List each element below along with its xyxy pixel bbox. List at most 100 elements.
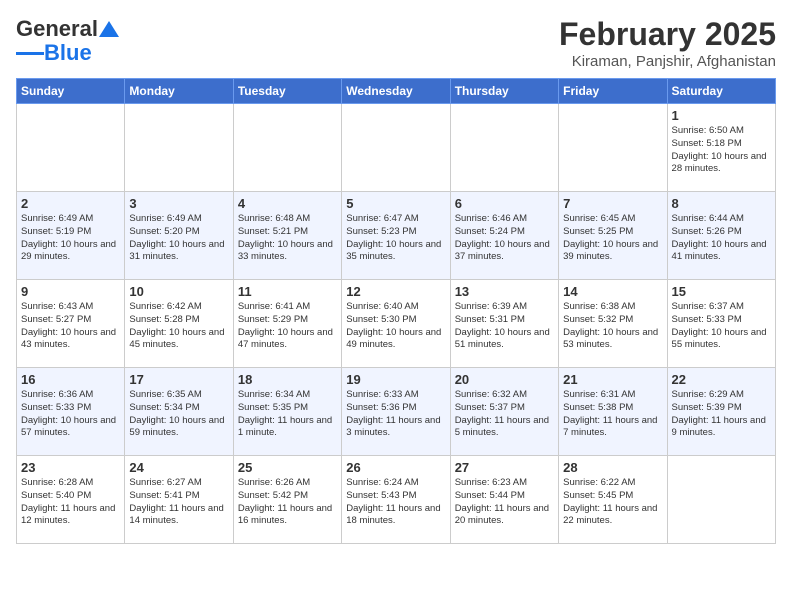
calendar-cell: 17 Sunrise: 6:35 AM Sunset: 5:34 PM Dayli… [125, 368, 233, 456]
day-number: 16 [21, 372, 120, 387]
weekday-header-wednesday: Wednesday [342, 79, 450, 104]
day-number: 5 [346, 196, 445, 211]
logo-general-text: General [16, 16, 98, 42]
day-number: 25 [238, 460, 337, 475]
calendar-cell: 24Sunrise: 6:27 AM Sunset: 5:41 PM Dayli… [125, 456, 233, 544]
day-number: 2 [21, 196, 120, 211]
calendar-cell [125, 104, 233, 192]
day-info: Sunrise: 6:32 AM Sunset: 5:37 PM Dayligh… [455, 389, 554, 440]
calendar-cell: 5 Sunrise: 6:47 AM Sunset: 5:23 PM Daylig… [342, 192, 450, 280]
calendar-cell [450, 104, 558, 192]
day-info: Sunrise: 6:31 AM Sunset: 5:38 PM Dayligh… [563, 389, 662, 440]
page-header: General Blue February 2025 Kiraman, Panj… [16, 16, 776, 70]
day-info: Sunrise: 6:41 AM Sunset: 5:29 PM Dayligh… [238, 301, 337, 352]
day-number: 6 [455, 196, 554, 211]
day-number: 14 [563, 284, 662, 299]
day-number: 23 [21, 460, 120, 475]
title-section: February 2025 Kiraman, Panjshir, Afghani… [559, 16, 776, 70]
day-number: 8 [672, 196, 771, 211]
day-number: 17 [129, 372, 228, 387]
calendar-cell: 22 Sunrise: 6:29 AM Sunset: 5:39 PM Dayli… [667, 368, 775, 456]
calendar-cell [17, 104, 125, 192]
day-info: Sunrise: 6:36 AM Sunset: 5:33 PM Dayligh… [21, 389, 120, 440]
logo-blue-text: Blue [44, 40, 92, 66]
day-number: 26 [346, 460, 445, 475]
day-info: Sunrise: 6:35 AM Sunset: 5:34 PM Dayligh… [129, 389, 228, 440]
calendar-cell [233, 104, 341, 192]
calendar-week-3: 9Sunrise: 6:43 AM Sunset: 5:27 PM Daylig… [17, 280, 776, 368]
location-title: Kiraman, Panjshir, Afghanistan [559, 53, 776, 70]
day-info: Sunrise: 6:38 AM Sunset: 5:32 PM Dayligh… [563, 301, 662, 352]
day-number: 7 [563, 196, 662, 211]
day-info: Sunrise: 6:24 AM Sunset: 5:43 PM Dayligh… [346, 477, 445, 528]
calendar-cell [559, 104, 667, 192]
calendar-cell: 16 Sunrise: 6:36 AM Sunset: 5:33 PM Dayli… [17, 368, 125, 456]
day-info: Sunrise: 6:49 AM Sunset: 5:20 PM Dayligh… [129, 213, 228, 264]
day-number: 10 [129, 284, 228, 299]
calendar-cell: 1 Sunrise: 6:50 AM Sunset: 5:18 PM Daylig… [667, 104, 775, 192]
day-info: Sunrise: 6:33 AM Sunset: 5:36 PM Dayligh… [346, 389, 445, 440]
day-info: Sunrise: 6:48 AM Sunset: 5:21 PM Dayligh… [238, 213, 337, 264]
day-info: Sunrise: 6:28 AM Sunset: 5:40 PM Dayligh… [21, 477, 120, 528]
day-info: Sunrise: 6:45 AM Sunset: 5:25 PM Dayligh… [563, 213, 662, 264]
day-info: Sunrise: 6:50 AM Sunset: 5:18 PM Dayligh… [672, 125, 771, 176]
weekday-header-monday: Monday [125, 79, 233, 104]
day-info: Sunrise: 6:34 AM Sunset: 5:35 PM Dayligh… [238, 389, 337, 440]
day-number: 15 [672, 284, 771, 299]
day-info: Sunrise: 6:23 AM Sunset: 5:44 PM Dayligh… [455, 477, 554, 528]
calendar-cell: 19 Sunrise: 6:33 AM Sunset: 5:36 PM Dayli… [342, 368, 450, 456]
day-info: Sunrise: 6:49 AM Sunset: 5:19 PM Dayligh… [21, 213, 120, 264]
day-number: 4 [238, 196, 337, 211]
calendar-cell: 6 Sunrise: 6:46 AM Sunset: 5:24 PM Daylig… [450, 192, 558, 280]
day-info: Sunrise: 6:29 AM Sunset: 5:39 PM Dayligh… [672, 389, 771, 440]
calendar-cell [342, 104, 450, 192]
calendar-cell: 20 Sunrise: 6:32 AM Sunset: 5:37 PM Dayli… [450, 368, 558, 456]
calendar-table: SundayMondayTuesdayWednesdayThursdayFrid… [16, 78, 776, 544]
day-number: 21 [563, 372, 662, 387]
calendar-cell: 26 Sunrise: 6:24 AM Sunset: 5:43 PM Dayli… [342, 456, 450, 544]
calendar-cell: 3 Sunrise: 6:49 AM Sunset: 5:20 PM Daylig… [125, 192, 233, 280]
logo-icon [99, 19, 119, 39]
month-title: February 2025 [559, 16, 776, 53]
day-number: 12 [346, 284, 445, 299]
day-info: Sunrise: 6:39 AM Sunset: 5:31 PM Dayligh… [455, 301, 554, 352]
day-info: Sunrise: 6:40 AM Sunset: 5:30 PM Dayligh… [346, 301, 445, 352]
day-info: Sunrise: 6:37 AM Sunset: 5:33 PM Dayligh… [672, 301, 771, 352]
weekday-header-tuesday: Tuesday [233, 79, 341, 104]
day-info: Sunrise: 6:44 AM Sunset: 5:26 PM Dayligh… [672, 213, 771, 264]
logo: General Blue [16, 16, 119, 66]
calendar-cell: 14 Sunrise: 6:38 AM Sunset: 5:32 PM Dayli… [559, 280, 667, 368]
day-number: 28 [563, 460, 662, 475]
calendar-cell: 23 Sunrise: 6:28 AM Sunset: 5:40 PM Dayli… [17, 456, 125, 544]
calendar-cell: 8 Sunrise: 6:44 AM Sunset: 5:26 PM Daylig… [667, 192, 775, 280]
day-number: 20 [455, 372, 554, 387]
day-number: 18 [238, 372, 337, 387]
day-info: Sunrise: 6:42 AM Sunset: 5:28 PM Dayligh… [129, 301, 228, 352]
calendar-week-2: 2 Sunrise: 6:49 AM Sunset: 5:19 PM Daylig… [17, 192, 776, 280]
calendar-cell: 10 Sunrise: 6:42 AM Sunset: 5:28 PM Dayli… [125, 280, 233, 368]
day-number: 1 [672, 108, 771, 123]
day-number: 27 [455, 460, 554, 475]
calendar-week-4: 16 Sunrise: 6:36 AM Sunset: 5:33 PM Dayli… [17, 368, 776, 456]
calendar-cell: 21 Sunrise: 6:31 AM Sunset: 5:38 PM Dayli… [559, 368, 667, 456]
calendar-cell: 4 Sunrise: 6:48 AM Sunset: 5:21 PM Daylig… [233, 192, 341, 280]
day-number: 3 [129, 196, 228, 211]
weekday-header-sunday: Sunday [17, 79, 125, 104]
calendar-header-row: SundayMondayTuesdayWednesdayThursdayFrid… [17, 79, 776, 104]
calendar-cell: 9Sunrise: 6:43 AM Sunset: 5:27 PM Daylig… [17, 280, 125, 368]
calendar-body: 1 Sunrise: 6:50 AM Sunset: 5:18 PM Daylig… [17, 104, 776, 544]
calendar-cell: 27 Sunrise: 6:23 AM Sunset: 5:44 PM Dayli… [450, 456, 558, 544]
day-info: Sunrise: 6:26 AM Sunset: 5:42 PM Dayligh… [238, 477, 337, 528]
calendar-cell: 15 Sunrise: 6:37 AM Sunset: 5:33 PM Dayli… [667, 280, 775, 368]
calendar-cell: 13Sunrise: 6:39 AM Sunset: 5:31 PM Dayli… [450, 280, 558, 368]
day-info: Sunrise: 6:27 AM Sunset: 5:41 PM Dayligh… [129, 477, 228, 528]
day-info: Sunrise: 6:46 AM Sunset: 5:24 PM Dayligh… [455, 213, 554, 264]
calendar-cell: 18 Sunrise: 6:34 AM Sunset: 5:35 PM Dayli… [233, 368, 341, 456]
calendar-cell [667, 456, 775, 544]
calendar-cell: 7 Sunrise: 6:45 AM Sunset: 5:25 PM Daylig… [559, 192, 667, 280]
calendar-cell: 25 Sunrise: 6:26 AM Sunset: 5:42 PM Dayli… [233, 456, 341, 544]
day-number: 19 [346, 372, 445, 387]
day-info: Sunrise: 6:47 AM Sunset: 5:23 PM Dayligh… [346, 213, 445, 264]
calendar-cell: 11Sunrise: 6:41 AM Sunset: 5:29 PM Dayli… [233, 280, 341, 368]
day-number: 22 [672, 372, 771, 387]
